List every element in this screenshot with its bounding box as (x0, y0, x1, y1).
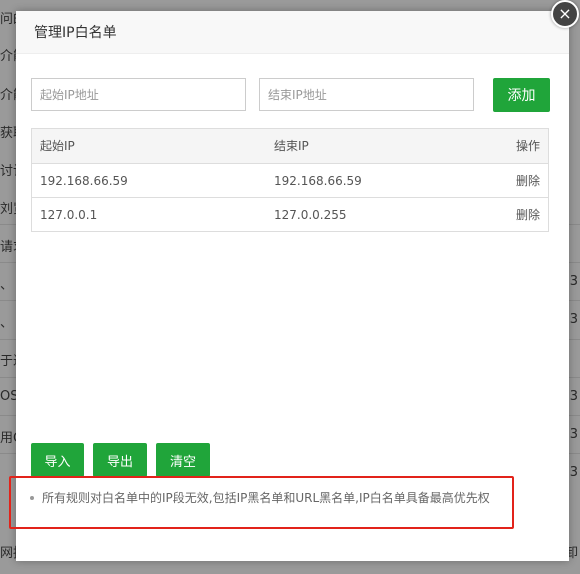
clear-button[interactable]: 清空 (156, 443, 210, 477)
column-header-end-ip: 结束IP (274, 139, 309, 153)
background-item: 3 (569, 427, 578, 442)
ip-whitelist-dialog: 管理IP白名单 添加 起始IP 结束IP 操作 192.168.66.59 19… (9, 11, 569, 561)
highlight-box (9, 476, 514, 529)
table-row: 127.0.0.1 127.0.0.255 删除 (32, 197, 548, 231)
import-button[interactable]: 导入 (31, 443, 84, 477)
delete-link[interactable]: 删除 (516, 164, 540, 198)
background-item: 3 (569, 274, 578, 289)
start-ip-cell: 192.168.66.59 (40, 174, 128, 188)
column-header-start-ip: 起始IP (40, 139, 75, 153)
close-icon: × (558, 4, 572, 23)
dialog-title: 管理IP白名单 (34, 25, 117, 41)
add-button[interactable]: 添加 (493, 78, 550, 112)
table-row: 192.168.66.59 192.168.66.59 删除 (32, 163, 548, 197)
start-ip-input[interactable] (31, 78, 246, 111)
ip-whitelist-table: 起始IP 结束IP 操作 192.168.66.59 192.168.66.59… (31, 128, 549, 232)
export-button[interactable]: 导出 (93, 443, 147, 477)
close-button[interactable]: × (551, 0, 579, 28)
background-item: 3 (569, 312, 578, 327)
end-ip-cell: 127.0.0.255 (274, 208, 347, 222)
dialog-header: 管理IP白名单 (16, 11, 569, 54)
table-header-row: 起始IP 结束IP 操作 (32, 129, 548, 163)
background-item: 3 (569, 465, 578, 480)
start-ip-cell: 127.0.0.1 (40, 208, 98, 222)
delete-link[interactable]: 删除 (516, 198, 540, 232)
end-ip-input[interactable] (259, 78, 474, 111)
column-header-action: 操作 (515, 139, 540, 153)
background-item: 3 (569, 389, 578, 404)
end-ip-cell: 192.168.66.59 (274, 174, 362, 188)
